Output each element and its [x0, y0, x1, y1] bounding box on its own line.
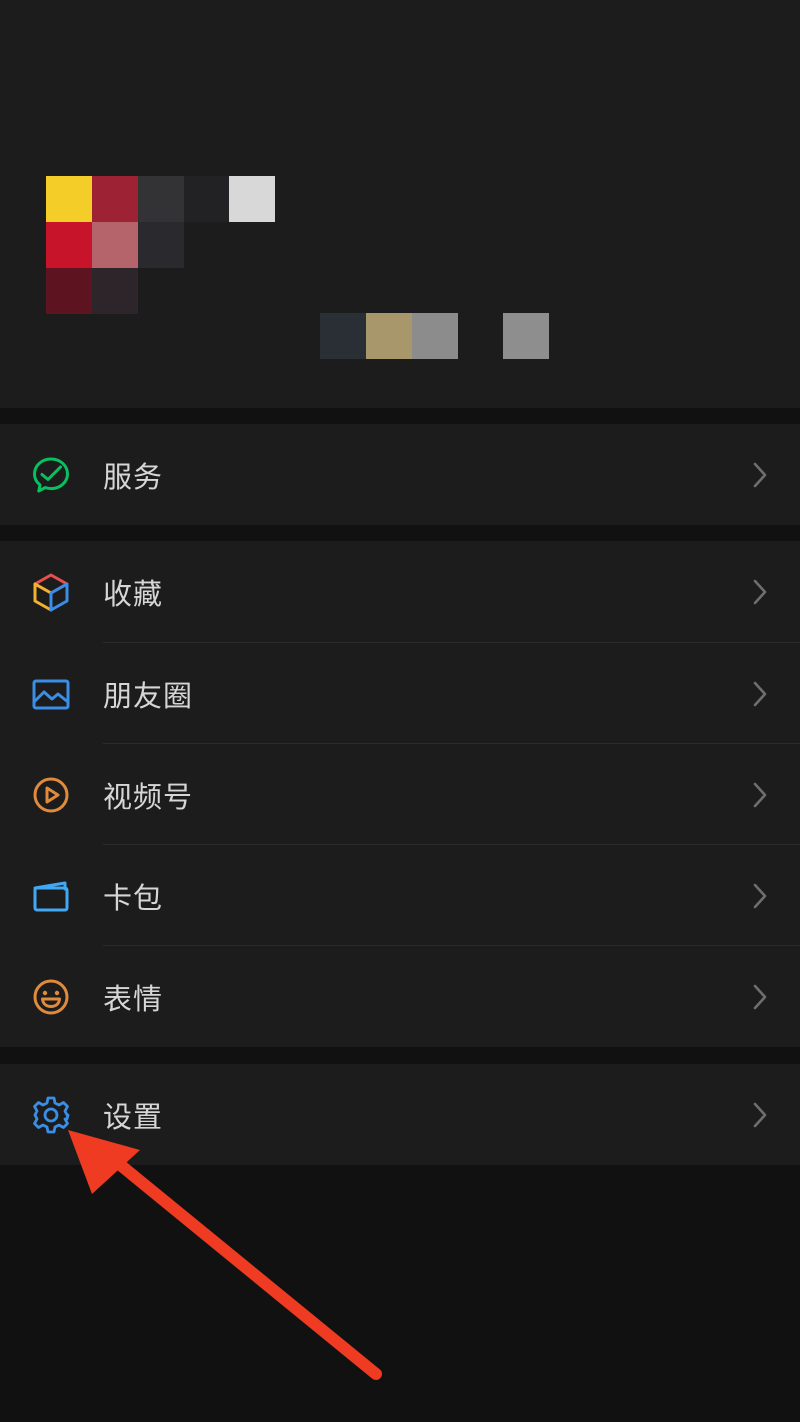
- menu-item-label: 表情: [103, 981, 164, 1016]
- menu-item-label: 卡包: [103, 880, 164, 915]
- avatar-mosaic-cell: [92, 268, 138, 314]
- services-icon: [30, 454, 72, 496]
- chevron-right-icon: [748, 679, 770, 709]
- menu-item-label: 服务: [103, 459, 164, 494]
- chevron-right-icon: [748, 1100, 770, 1130]
- id-mosaic-cell: [412, 313, 458, 359]
- settings-group: 设置: [0, 1064, 800, 1165]
- image-icon: [30, 673, 72, 715]
- menu-item-label: 收藏: [103, 576, 164, 611]
- menu-item-settings[interactable]: 设置: [0, 1064, 800, 1165]
- services-group: 服务: [0, 424, 800, 525]
- menu-item-label: 朋友圈: [103, 678, 194, 713]
- avatar-mosaic-cell: [138, 222, 184, 268]
- chevron-right-icon: [748, 982, 770, 1012]
- profile-header[interactable]: [0, 0, 800, 408]
- menu-item-channels[interactable]: 视频号: [0, 744, 800, 845]
- menu-item-moments[interactable]: 朋友圈: [0, 643, 800, 744]
- avatar-mosaic-cell: [184, 176, 230, 222]
- chevron-right-icon: [748, 577, 770, 607]
- avatar-mosaic-cell: [46, 222, 92, 268]
- avatar-mosaic-cell: [46, 176, 92, 222]
- menu-item-label: 设置: [103, 1099, 164, 1134]
- chevron-right-icon: [748, 460, 770, 490]
- menu-item-cards[interactable]: 卡包: [0, 845, 800, 946]
- features-group: 收藏 朋友圈 视频号 卡包 表情: [0, 541, 800, 1047]
- id-mosaic-cell: [366, 313, 412, 359]
- avatar-mosaic-cell: [92, 176, 138, 222]
- menu-item-label: 视频号: [103, 779, 194, 814]
- avatar-mosaic-cell: [92, 222, 138, 268]
- smile-icon: [30, 976, 72, 1018]
- id-mosaic-cell: [320, 313, 366, 359]
- play-circle-icon: [30, 774, 72, 816]
- cube-icon: [30, 571, 72, 613]
- menu-item-stickers[interactable]: 表情: [0, 946, 800, 1047]
- menu-item-favorites[interactable]: 收藏: [0, 541, 800, 642]
- chevron-right-icon: [748, 881, 770, 911]
- avatar-mosaic-cell: [138, 176, 184, 222]
- avatar-mosaic-cell: [229, 176, 275, 222]
- gear-icon: [30, 1094, 72, 1136]
- wallet-icon: [30, 875, 72, 917]
- menu-item-services[interactable]: 服务: [0, 424, 800, 525]
- avatar-mosaic-cell: [46, 268, 92, 314]
- id-mosaic-cell: [503, 313, 549, 359]
- chevron-right-icon: [748, 780, 770, 810]
